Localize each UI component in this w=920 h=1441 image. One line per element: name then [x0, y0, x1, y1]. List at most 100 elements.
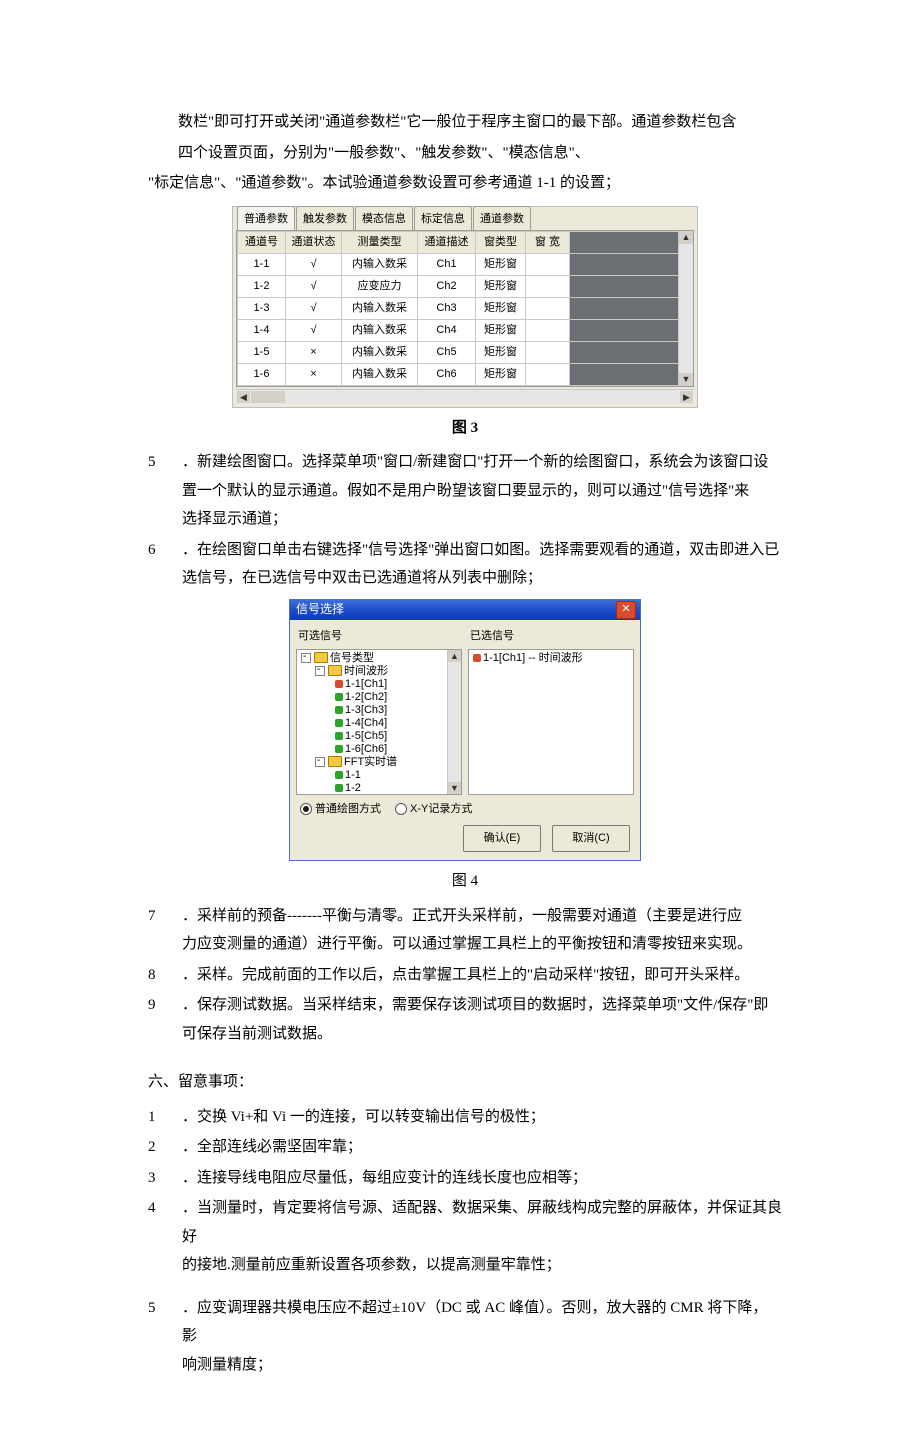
close-icon[interactable]: ✕ — [616, 601, 636, 619]
selected-list[interactable]: 1-1[Ch1] -- 时间波形 — [468, 649, 634, 795]
item-number: 5 — [148, 1294, 182, 1380]
col-width: 窗 宽 — [526, 232, 570, 254]
expand-icon[interactable] — [315, 666, 325, 676]
item-text: 的接地.测量前应重新设置各项参数，以提高测量牢靠性； — [182, 1257, 561, 1273]
expand-icon[interactable] — [315, 757, 325, 767]
intro-line-1: 数栏"即可打开或关闭"通道参数栏"它一般位于程序主窗口的最下部。通道参数栏包含 — [148, 108, 782, 137]
note-item-2: 2 ．全部连线必需坚固牢靠； — [148, 1133, 782, 1162]
folder-icon — [328, 665, 342, 676]
signal-selector-dialog: 信号选择 ✕ 可选信号 信号类型 时间波形 1-1[Ch1] 1-2[Ch2] … — [289, 599, 641, 862]
table-row[interactable]: 1-1√内输入数采Ch1矩形窗 — [238, 254, 693, 276]
item-number: 2 — [148, 1133, 182, 1162]
fig3-screenshot: 普通参数 触发参数 模态信息 标定信息 通道参数 通道号 通道状态 测量类型 — [148, 204, 782, 408]
note-item-4: 4 ．当测量时，肯定要将信号源、适配器、数据采集、屏蔽线构成完整的屏蔽体，并保证… — [148, 1194, 782, 1280]
notes-heading: 六、留意事项： — [148, 1068, 782, 1097]
scroll-down-icon[interactable]: ▼ — [679, 373, 693, 386]
note-item-5: 5 ．应变调理器共模电压应不超过±10V（DC 或 AC 峰值）。否则，放大器的… — [148, 1294, 782, 1380]
tab-modal[interactable]: 模态信息 — [355, 206, 413, 231]
item-number: 4 — [148, 1194, 182, 1280]
item-number: 1 — [148, 1103, 182, 1132]
vertical-scrollbar[interactable]: ▲ ▼ — [678, 231, 693, 385]
scroll-thumb[interactable] — [251, 391, 285, 403]
tab-general[interactable]: 普通参数 — [237, 206, 295, 231]
list-item-6: 6 ．在绘图窗口单击右键选择"信号选择"弹出窗口如图。选择需要观看的通道，双击即… — [148, 536, 782, 593]
item-text: ．在绘图窗口单击右键选择"信号选择"弹出窗口如图。选择需要观看的通道，双击即进入… — [182, 542, 779, 558]
radio-icon — [395, 803, 407, 815]
leaf-icon — [335, 680, 343, 688]
item-text: ．采样。完成前面的工作以后，点击掌握工具栏上的"启动采样"按钮，即可开头采样。 — [182, 967, 749, 983]
horizontal-scrollbar[interactable]: ◀ ▶ — [236, 389, 694, 404]
radio-icon — [300, 803, 312, 815]
intro-line-2: 四个设置页面，分别为"一般参数"、"触发参数"、"模态信息"、 — [148, 139, 782, 168]
channel-table: 通道号 通道状态 测量类型 通道描述 窗类型 窗 宽 1-1√内输入数采Ch1矩… — [237, 231, 693, 385]
table-row[interactable]: 1-3√内输入数采Ch3矩形窗 — [238, 298, 693, 320]
leaf-icon — [335, 784, 343, 792]
scroll-up-icon[interactable]: ▲ — [679, 231, 693, 244]
channel-params-panel: 普通参数 触发参数 模态信息 标定信息 通道参数 通道号 通道状态 测量类型 — [232, 206, 698, 407]
dialog-title: 信号选择 — [296, 598, 344, 621]
item-text: ．当测量时，肯定要将信号源、适配器、数据采集、屏蔽线构成完整的屏蔽体，并保证其良… — [182, 1200, 782, 1245]
vertical-scrollbar[interactable]: ▲ ▼ — [447, 650, 461, 794]
item-text: 力应变测量的通道）进行平衡。可以通过掌握工具栏上的平衡按钮和清零按钮来实现。 — [182, 936, 752, 952]
item-text: 可保存当前测试数据。 — [182, 1026, 332, 1042]
col-desc: 通道描述 — [418, 232, 476, 254]
leaf-icon — [335, 693, 343, 701]
available-label: 可选信号 — [296, 624, 462, 649]
fig4-caption: 图 4 — [148, 867, 782, 896]
table-row[interactable]: 1-6×内输入数采Ch6矩形窗 — [238, 363, 693, 385]
expand-icon[interactable] — [301, 653, 311, 663]
tab-trigger[interactable]: 触发参数 — [296, 206, 354, 231]
table-header-row: 通道号 通道状态 测量类型 通道描述 窗类型 窗 宽 — [238, 232, 693, 254]
list-item-5: 5 ．新建绘图窗口。选择菜单项"窗口/新建窗口"打开一个新的绘图窗口，系统会为该… — [148, 448, 782, 534]
col-status: 通道状态 — [286, 232, 342, 254]
dialog-titlebar[interactable]: 信号选择 ✕ — [290, 600, 640, 620]
ok-button[interactable]: 确认(E) — [463, 825, 541, 852]
scroll-right-icon[interactable]: ▶ — [680, 391, 693, 403]
scroll-down-icon[interactable]: ▼ — [448, 782, 461, 794]
col-type: 测量类型 — [342, 232, 418, 254]
table-row[interactable]: 1-4√内输入数采Ch4矩形窗 — [238, 319, 693, 341]
list-item-8: 8 ．采样。完成前面的工作以后，点击掌握工具栏上的"启动采样"按钮，即可开头采样… — [148, 961, 782, 990]
tab-calib[interactable]: 标定信息 — [414, 206, 472, 231]
table-row[interactable]: 1-2√应变应力Ch2矩形窗 — [238, 276, 693, 298]
leaf-icon — [335, 771, 343, 779]
item-text: 选信号，在已选信号中双击已选通道将从列表中删除； — [182, 570, 542, 586]
item-number: 9 — [148, 991, 182, 1048]
item-text: 响测量精度； — [182, 1357, 272, 1373]
leaf-icon — [335, 719, 343, 727]
folder-icon — [328, 756, 342, 767]
item-number: 6 — [148, 536, 182, 593]
radio-xy-mode[interactable]: X-Y记录方式 — [395, 799, 472, 820]
item-text: ．交换 Vi+和 Vi 一的连接，可以转变输出信号的极性； — [182, 1109, 545, 1125]
leaf-icon — [473, 654, 481, 662]
item-number: 5 — [148, 448, 182, 534]
note-item-1: 1 ．交换 Vi+和 Vi 一的连接，可以转变输出信号的极性； — [148, 1103, 782, 1132]
item-number: 3 — [148, 1164, 182, 1193]
leaf-icon — [335, 732, 343, 740]
table-row[interactable]: 1-5×内输入数采Ch5矩形窗 — [238, 341, 693, 363]
item-text: ．新建绘图窗口。选择菜单项"窗口/新建窗口"打开一个新的绘图窗口，系统会为该窗口… — [182, 454, 768, 470]
channel-tabs: 普通参数 触发参数 模态信息 标定信息 通道参数 — [233, 207, 697, 230]
item-text: 置一个默认的显示通道。假如不是用户盼望该窗口要显示的，则可以通过"信号选择"来 — [182, 483, 749, 499]
page: 数栏"即可打开或关闭"通道参数栏"它一般位于程序主窗口的最下部。通道参数栏包含 … — [0, 0, 920, 1441]
col-channel: 通道号 — [238, 232, 286, 254]
cancel-button[interactable]: 取消(C) — [552, 825, 630, 852]
folder-icon — [314, 652, 328, 663]
available-list[interactable]: 信号类型 时间波形 1-1[Ch1] 1-2[Ch2] 1-3[Ch3] 1-4… — [296, 649, 462, 795]
list-item-9: 9 ．保存测试数据。当采样结束，需要保存该测试项目的数据时，选择菜单项"文件/保… — [148, 991, 782, 1048]
item-number: 7 — [148, 902, 182, 959]
scroll-up-icon[interactable]: ▲ — [448, 650, 461, 662]
item-text: ．全部连线必需坚固牢靠； — [182, 1139, 362, 1155]
scroll-left-icon[interactable]: ◀ — [237, 391, 250, 403]
leaf-icon — [335, 745, 343, 753]
item-text: ．应变调理器共模电压应不超过±10V（DC 或 AC 峰值）。否则，放大器的 C… — [182, 1300, 767, 1345]
intro-line-3: "标定信息"、"通道参数"。本试验通道参数设置可参考通道 1-1 的设置； — [148, 169, 782, 198]
item-text: ．采样前的预备-------平衡与清零。正式开头采样前，一般需要对通道（主要是进… — [182, 908, 742, 924]
item-text: ．保存测试数据。当采样结束，需要保存该测试项目的数据时，选择菜单项"文件/保存"… — [182, 997, 768, 1013]
tab-channel[interactable]: 通道参数 — [473, 206, 531, 231]
list-item-7: 7 ．采样前的预备-------平衡与清零。正式开头采样前，一般需要对通道（主要… — [148, 902, 782, 959]
radio-normal-mode[interactable]: 普通绘图方式 — [300, 799, 381, 820]
fig3-caption: 图 3 — [148, 414, 782, 443]
item-text: ．连接导线电阻应尽量低，每组应变计的连线长度也应相等； — [182, 1170, 587, 1186]
leaf-icon — [335, 706, 343, 714]
